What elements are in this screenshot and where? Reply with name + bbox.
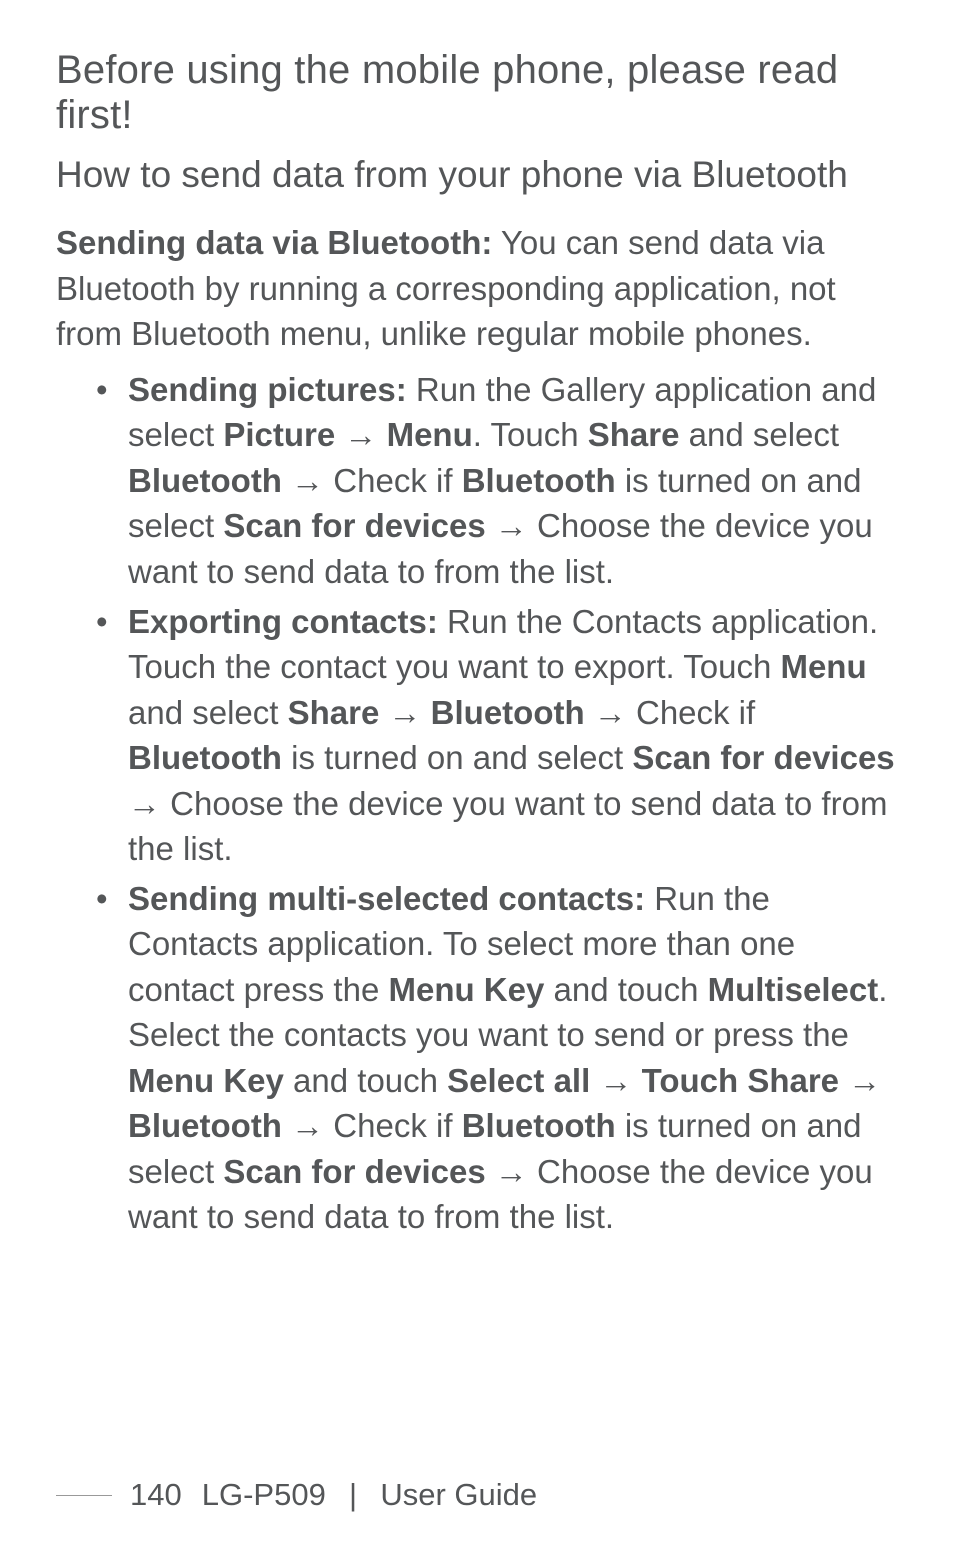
footer-text: 140 LG-P509 | User Guide (130, 1477, 537, 1513)
bullet-bold: Scan for devices (223, 507, 485, 544)
bullet-text (379, 694, 388, 731)
arrow-icon: → (848, 1062, 881, 1099)
footer-rule (56, 1495, 112, 1496)
chapter-title: Before using the mobile phone, please re… (56, 48, 898, 138)
arrow-icon: → (495, 507, 528, 544)
bullet-text: is turned on and select (282, 739, 632, 776)
section-title: How to send data from your phone via Blu… (56, 152, 898, 198)
bullet-text: and select (128, 694, 288, 731)
intro-lead-bold: Sending data via Bluetooth: (56, 224, 492, 261)
arrow-icon: → (344, 416, 377, 453)
arrow-icon: → (128, 785, 161, 822)
bullet-text (422, 694, 431, 731)
bullet-text (632, 1062, 641, 1099)
page-number: 140 (130, 1477, 182, 1512)
bullet-bold: Bluetooth (128, 1107, 282, 1144)
bullet-bold: Share (588, 416, 680, 453)
bullet-lead-bold: Exporting contacts: (128, 603, 438, 640)
bullet-text (839, 1062, 848, 1099)
list-item: Sending multi-selected contacts: Run the… (128, 876, 898, 1240)
arrow-icon: → (291, 462, 324, 499)
bullet-text (486, 1153, 495, 1190)
bullet-bold: Select all (447, 1062, 590, 1099)
bullet-text: and select (679, 416, 839, 453)
arrow-icon: → (291, 1107, 324, 1144)
bullet-text: and touch (284, 1062, 447, 1099)
bullet-bold: Bluetooth (128, 462, 282, 499)
bullet-text: Check if (324, 462, 462, 499)
arrow-icon: → (594, 694, 627, 731)
list-item: Sending pictures: Run the Gallery applic… (128, 367, 898, 595)
bullet-bold: Bluetooth (128, 739, 282, 776)
bullet-bold: Touch Share (642, 1062, 839, 1099)
bullet-text: Check if (324, 1107, 462, 1144)
footer-line: 140 LG-P509 | User Guide (56, 1477, 898, 1513)
bullet-bold: Menu (780, 648, 866, 685)
bullet-lead-bold: Sending multi-selected contacts: (128, 880, 645, 917)
bullet-bold: Bluetooth (462, 1107, 616, 1144)
bullet-bold: Picture (223, 416, 335, 453)
bullet-bold: Menu Key (128, 1062, 284, 1099)
arrow-icon: → (495, 1153, 528, 1190)
bullet-text (282, 462, 291, 499)
bullet-bold: Scan for devices (632, 739, 894, 776)
list-item: Exporting contacts: Run the Contacts app… (128, 599, 898, 872)
bullet-lead-bold: Sending pictures: (128, 371, 407, 408)
bullet-text: and touch (544, 971, 707, 1008)
bullet-text (486, 507, 495, 544)
arrow-icon: → (389, 694, 422, 731)
intro-paragraph: Sending data via Bluetooth: You can send… (56, 220, 898, 357)
footer-model: LG-P509 (202, 1477, 326, 1512)
bullet-bold: Share (288, 694, 380, 731)
bullet-text (585, 694, 594, 731)
bullet-bold: Scan for devices (223, 1153, 485, 1190)
manual-page: Before using the mobile phone, please re… (0, 0, 954, 1557)
bullet-bold: Bluetooth (462, 462, 616, 499)
arrow-icon: → (599, 1062, 632, 1099)
footer-separator: | (349, 1477, 357, 1512)
bullet-text: . Touch (473, 416, 588, 453)
bullet-list: Sending pictures: Run the Gallery applic… (56, 367, 898, 1240)
bullet-text (377, 416, 386, 453)
bullet-bold: Bluetooth (431, 694, 585, 731)
page-footer: 140 LG-P509 | User Guide (0, 1477, 954, 1513)
bullet-bold: Multiselect (708, 971, 879, 1008)
footer-guide: User Guide (380, 1477, 537, 1512)
bullet-bold: Menu (387, 416, 473, 453)
bullet-text: Check if (627, 694, 755, 731)
bullet-bold: Menu Key (388, 971, 544, 1008)
bullet-text (282, 1107, 291, 1144)
bullet-text: Choose the device you want to send data … (128, 785, 887, 868)
